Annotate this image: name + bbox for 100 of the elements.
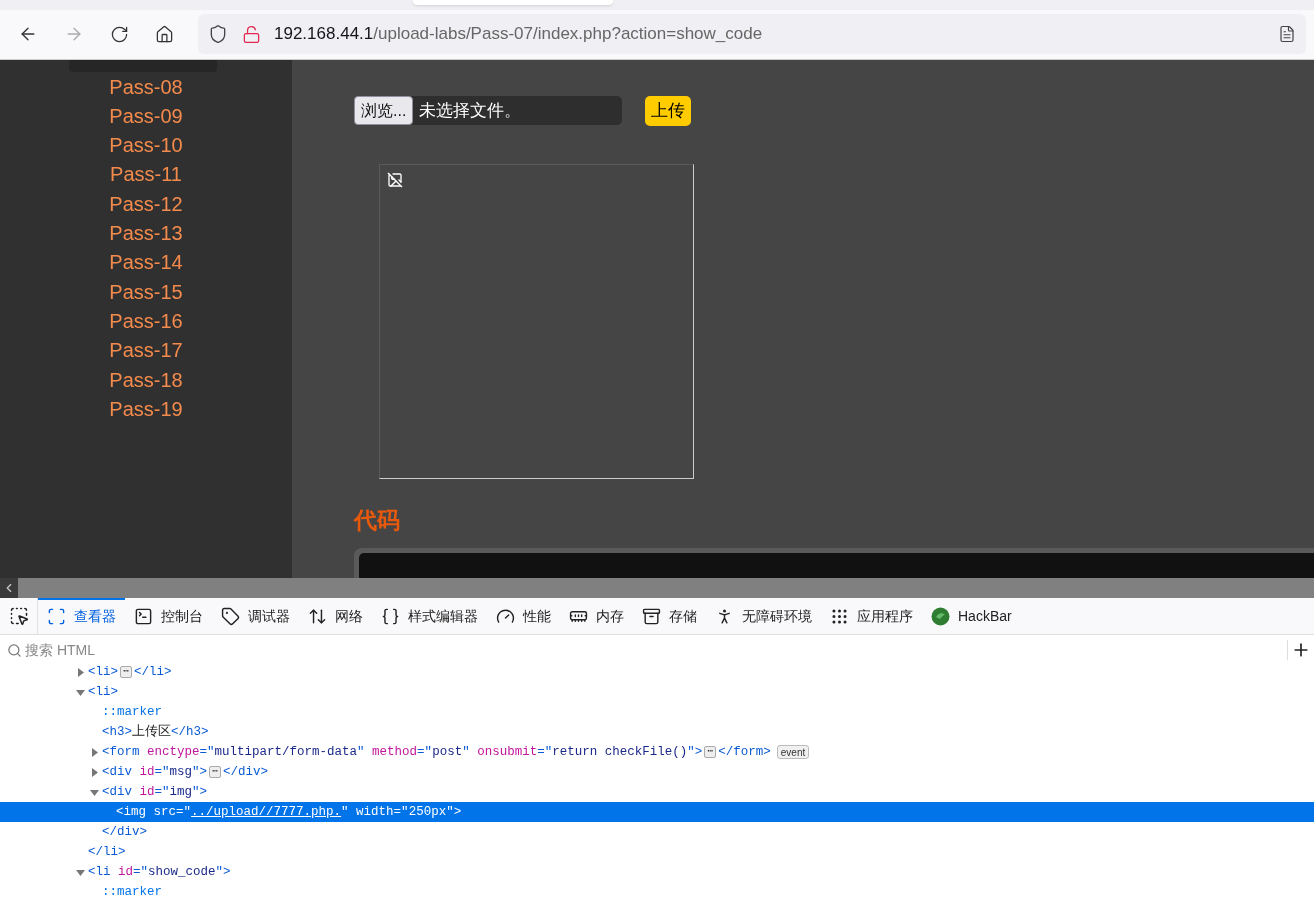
reload-icon[interactable] (110, 24, 129, 44)
devtools-tab[interactable]: 性能 (487, 597, 560, 635)
attribute-name: id (138, 783, 155, 801)
file-input[interactable]: 浏览... 未选择文件。 (354, 96, 622, 126)
sidebar-link[interactable]: Pass-13 (109, 219, 183, 249)
tag-token: =" (199, 743, 215, 761)
markup-line[interactable]: <div id="img"> (0, 782, 1314, 802)
event-badge[interactable]: event (776, 745, 810, 759)
attribute-value: post (432, 743, 463, 761)
url-text: 192.168.44.1/upload-labs/Pass-07/index.php?action=show_code (274, 23, 763, 46)
search-icon (7, 642, 22, 658)
tag-token: =" (176, 803, 192, 821)
markup-line[interactable]: <li> (0, 682, 1314, 702)
attribute-name: width (355, 803, 394, 821)
collapsed-ellipsis[interactable]: ⋯ (209, 766, 222, 778)
devtools-tab[interactable]: 应用程序 (821, 597, 922, 635)
horizontal-scrollbar[interactable] (0, 577, 1314, 598)
tag-token: =" (393, 803, 409, 821)
tag-token: "> (687, 743, 703, 761)
attribute-name: id (138, 763, 155, 781)
tag-token: =" (537, 743, 553, 761)
markup-line[interactable]: <li> ⋯ </li> (0, 662, 1314, 682)
sidebar-link[interactable]: Pass-09 (109, 101, 183, 132)
devtools-tab[interactable]: 样式编辑器 (372, 597, 487, 635)
tag-token: <div (102, 763, 132, 781)
devtools-tab[interactable]: 存储 (633, 597, 706, 635)
attribute-value: img (169, 783, 193, 801)
devtools-tab[interactable]: 网络 (299, 597, 372, 635)
collapsed-ellipsis[interactable]: ⋯ (120, 666, 133, 678)
pseudo-element: ::marker (102, 703, 162, 721)
inspector-icon (47, 607, 66, 627)
tag-token: <li> (88, 663, 118, 681)
markup-line[interactable]: </li> (0, 842, 1314, 862)
insecure-lock-icon[interactable] (242, 24, 261, 44)
devtools-tab[interactable]: 无障碍环境 (706, 597, 821, 635)
file-status: 未选择文件。 (419, 99, 522, 122)
braces-icon (381, 607, 400, 627)
markup-line[interactable]: <li id="show_code"> (0, 862, 1314, 882)
markup-line[interactable]: ::marker (0, 702, 1314, 722)
markup-line[interactable]: </div> (0, 822, 1314, 842)
markup-line[interactable]: <form enctype="multipart/form-data" method="post" onsubmit="return checkFile()"> ⋯ </form> event (0, 742, 1314, 762)
collapse-triangle-icon[interactable] (90, 747, 99, 757)
devtools-tab[interactable]: 内存 (560, 597, 633, 635)
attribute-value: return checkFile() (552, 743, 688, 761)
expand-triangle-icon[interactable] (90, 787, 99, 797)
tag-token: </div> (102, 823, 147, 841)
collapse-triangle-icon[interactable] (76, 667, 85, 677)
sidebar-link[interactable]: Pass-12 (109, 189, 183, 220)
collapsed-ellipsis[interactable]: ⋯ (704, 746, 717, 758)
tag-icon (221, 607, 240, 627)
search-field[interactable]: 搜索 HTML (25, 639, 1287, 661)
collapse-triangle-icon[interactable] (90, 767, 99, 777)
tag-token: <li> (88, 683, 118, 701)
expand-triangle-icon[interactable] (76, 687, 85, 697)
tag-token: " (357, 743, 365, 761)
shield-icon[interactable] (208, 24, 228, 45)
markup-line[interactable]: <h3>上传区</h3> (0, 722, 1314, 742)
home-icon[interactable] (155, 24, 174, 44)
upload-button[interactable]: 上传 (645, 95, 691, 126)
tag-token: "> (192, 763, 208, 781)
sidebar-link[interactable]: Pass-15 (109, 277, 183, 307)
sidebar-link[interactable]: Pass-18 (109, 365, 183, 395)
tag-token: <form (102, 743, 140, 761)
reader-view-icon[interactable] (1278, 25, 1296, 44)
attribute-value: msg (169, 763, 193, 781)
attribute-name: id (117, 863, 134, 881)
tag-token: =" (133, 863, 149, 881)
devtools-tab[interactable]: HackBar (922, 597, 1021, 635)
tag-token: =" (154, 763, 170, 781)
markup-line[interactable]: <div id="msg"> ⋯ </div> (0, 762, 1314, 782)
browse-button[interactable]: 浏览... (354, 96, 414, 126)
sidebar-link[interactable]: Pass-08 (109, 72, 183, 102)
markup-line[interactable]: ::marker (0, 882, 1314, 902)
sidebar-link[interactable]: Pass-17 (109, 336, 183, 366)
tag-token: </h3> (171, 723, 209, 741)
attribute-name: method (371, 743, 418, 761)
devtools-tab[interactable]: 调试器 (212, 597, 299, 635)
sidebar-link[interactable]: Pass-14 (109, 248, 183, 278)
attribute-name: src (152, 803, 177, 821)
sidebar-link[interactable]: Pass-10 (109, 131, 183, 161)
expand-triangle-icon[interactable] (76, 867, 85, 877)
tag-token: "> (446, 803, 462, 821)
storage-icon (642, 607, 661, 627)
tag-token: " (462, 743, 470, 761)
broken-image-icon (387, 171, 403, 188)
tag-token: =" (417, 743, 433, 761)
element-text: 上传区 (132, 723, 171, 741)
devtools-tab[interactable]: 控制台 (125, 597, 212, 635)
sidebar-link[interactable]: Pass-11 (110, 160, 182, 190)
attribute-value: 250px (408, 803, 447, 821)
sidebar-link[interactable]: Pass-16 (109, 306, 183, 337)
tag-token: =" (154, 783, 170, 801)
tag-token: </form> (718, 743, 771, 761)
pseudo-element: ::marker (102, 883, 162, 901)
sidebar-link[interactable]: Pass-19 (109, 394, 183, 425)
attribute-link[interactable]: ../upload//7777.php. (191, 802, 342, 822)
element-picker-icon[interactable] (8, 605, 29, 626)
tag-token: "> (215, 863, 231, 881)
address-field[interactable]: 192.168.44.1/upload-labs/Pass-07/index.php?action=show_code (198, 14, 1306, 55)
attribute-name: enctype (146, 743, 200, 761)
